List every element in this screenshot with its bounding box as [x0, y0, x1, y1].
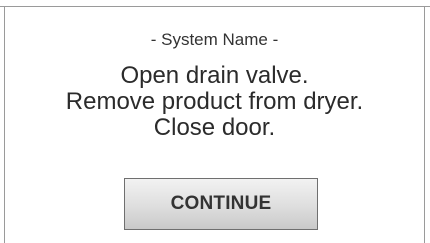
system-name-label: - System Name - [150, 30, 279, 49]
instruction-message: Open drain valve. Remove product from dr… [5, 63, 424, 141]
dialog-screen: - System Name - Open drain valve. Remove… [0, 0, 430, 243]
instruction-line-3: Close door. [153, 114, 276, 141]
instruction-line-1: Open drain valve. [120, 62, 309, 89]
frame-right-border [424, 6, 425, 243]
continue-button[interactable]: CONTINUE [124, 178, 318, 230]
frame-top-border [0, 6, 430, 7]
instruction-line-2: Remove product from dryer. [65, 88, 364, 115]
